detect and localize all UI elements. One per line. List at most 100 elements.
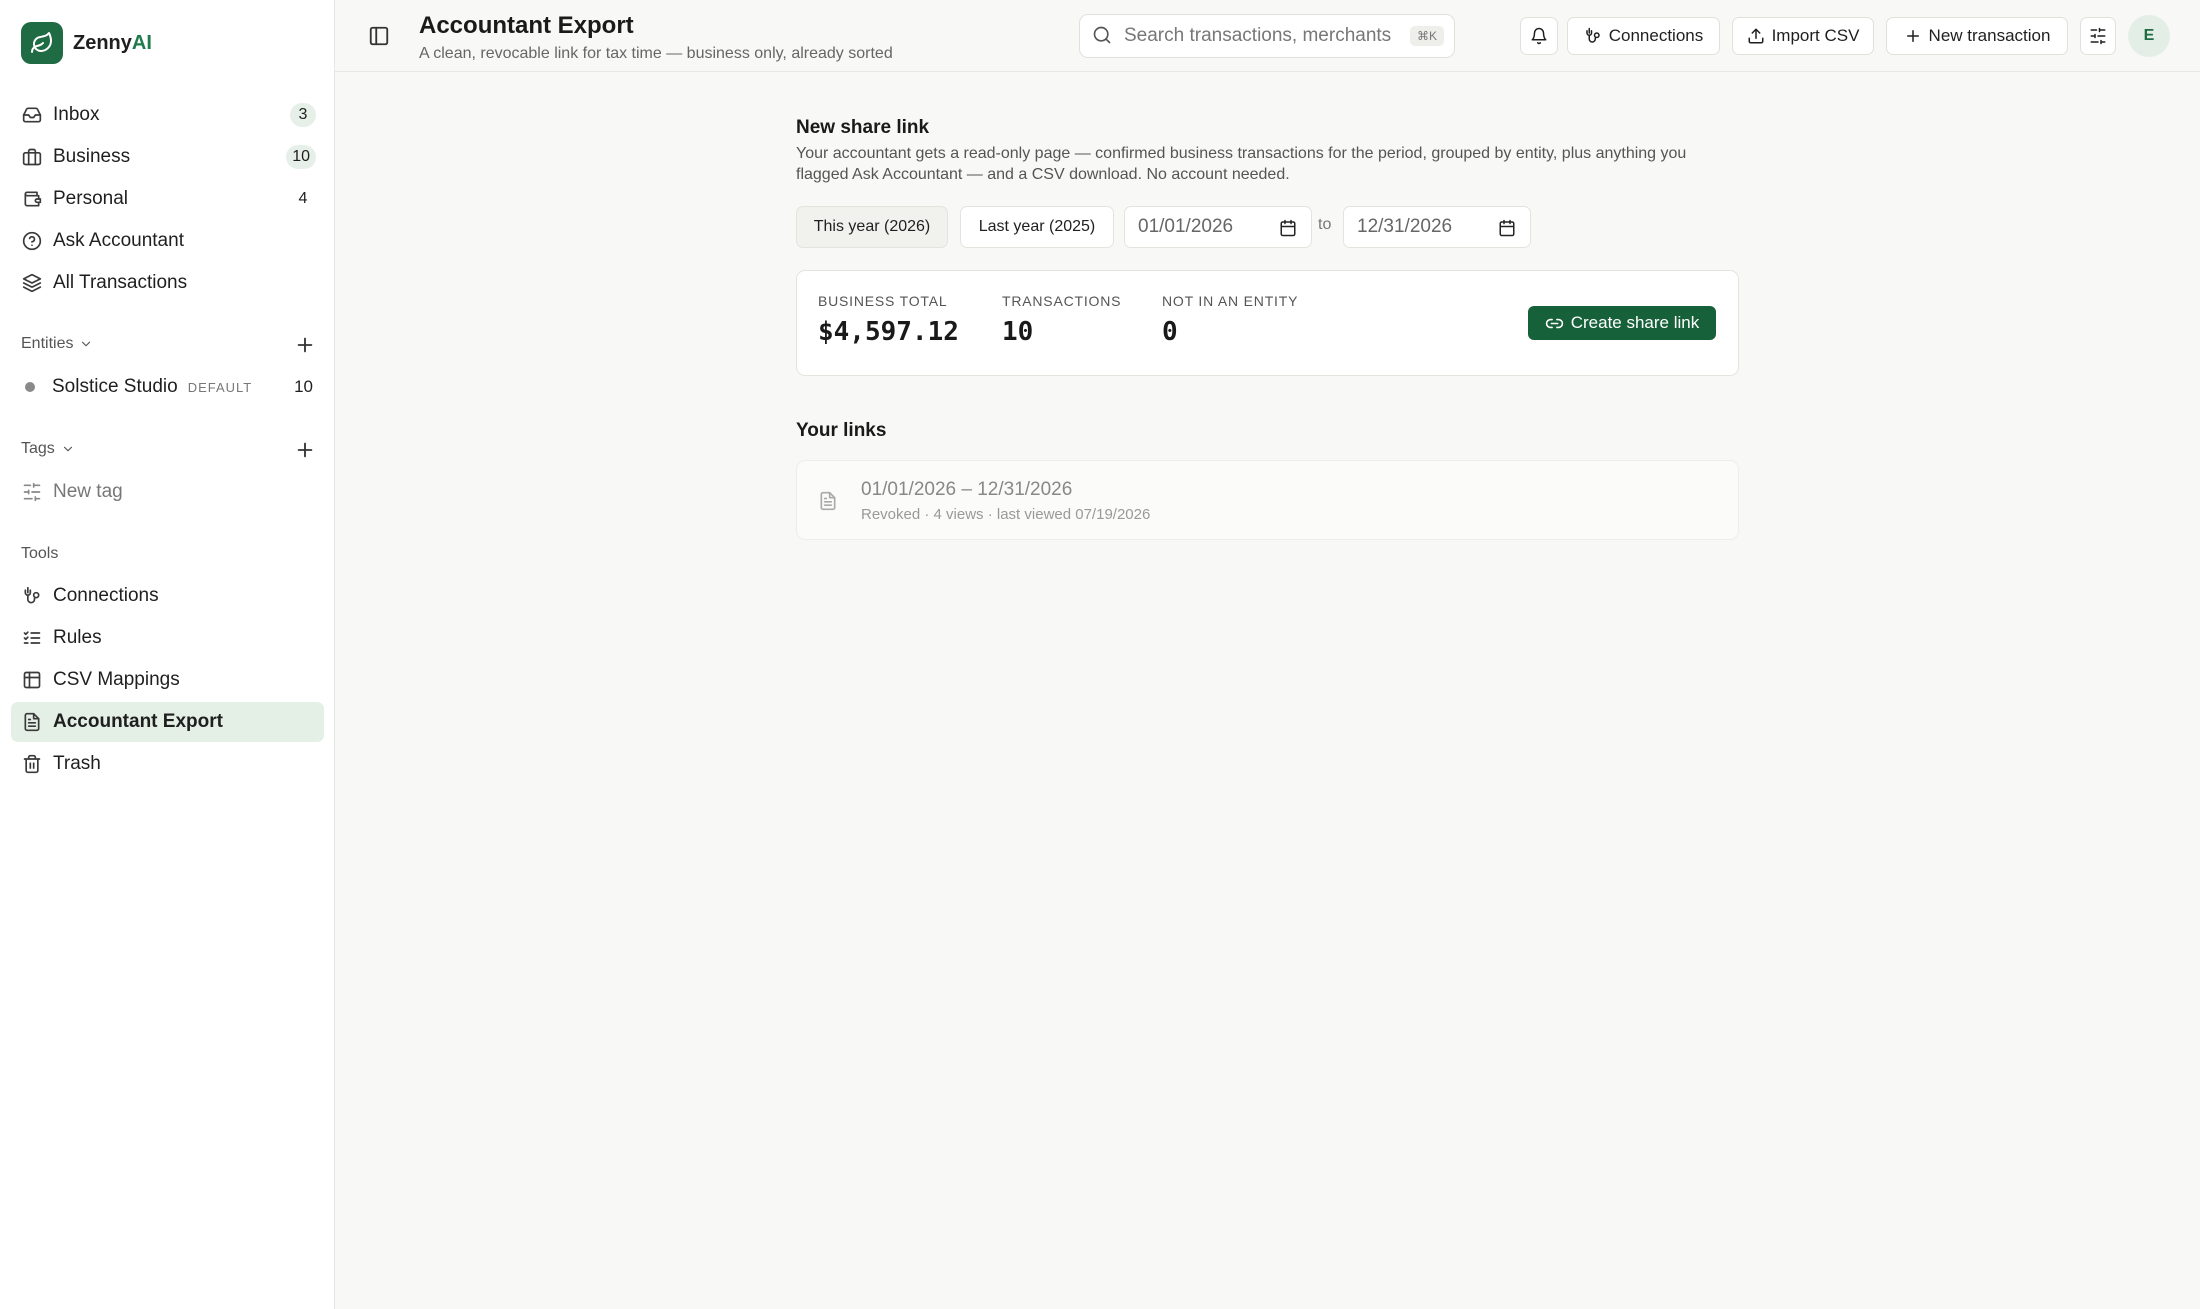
business-total-value: $4,597.12: [818, 317, 959, 347]
entity-name: Solstice Studio: [52, 376, 178, 397]
transactions-label: TRANSACTIONS: [1002, 293, 1122, 309]
tools-label: Tools: [21, 545, 59, 562]
entity-count: 10: [294, 377, 313, 396]
connections-button[interactable]: Connections: [1567, 17, 1720, 55]
connections-button-label: Connections: [1608, 26, 1704, 45]
transactions-stat: TRANSACTIONS 10: [1002, 293, 1121, 347]
file-text-icon: [21, 711, 43, 733]
entity-color-dot: [25, 382, 35, 392]
sidebar-item-label: CSV Mappings: [53, 669, 180, 690]
share-link-description: Your accountant gets a read-only page — …: [796, 145, 1687, 183]
start-date-input[interactable]: 01/01/2026: [1124, 206, 1312, 248]
calendar-icon[interactable]: [1498, 219, 1516, 237]
sliders-icon: [21, 481, 43, 503]
sidebar-toggle-icon[interactable]: [368, 25, 390, 47]
calendar-icon[interactable]: [1279, 219, 1297, 237]
sidebar-item-trash[interactable]: Trash: [11, 744, 324, 784]
not-in-entity-label: NOT IN AN ENTITY: [1162, 293, 1299, 309]
tools-section-label: Tools: [21, 545, 58, 563]
start-date-value: 01/01/2026: [1138, 216, 1234, 237]
add-entity-button[interactable]: [294, 334, 316, 356]
share-link-range: 01/01/2026 – 12/31/2026: [861, 479, 1073, 500]
search-box[interactable]: ⌘K: [1079, 14, 1455, 58]
leaf-logo-icon: [21, 22, 63, 64]
business-total-stat: BUSINESS TOTAL $4,597.12: [818, 293, 959, 347]
notifications-button[interactable]: [1520, 17, 1558, 55]
sidebar-item-label: All Transactions: [53, 272, 188, 293]
count-badge: 3: [290, 103, 316, 127]
chevron-down-icon: [61, 442, 75, 456]
search-input[interactable]: [1124, 25, 1394, 47]
tags-label: Tags: [21, 440, 55, 457]
new-tag-button[interactable]: New tag: [11, 472, 324, 512]
end-date-value: 12/31/2026: [1357, 216, 1453, 237]
search-shortcut-hint: ⌘K: [1409, 26, 1444, 46]
connections-icon: [21, 585, 43, 607]
create-share-link-button[interactable]: Create share link: [1528, 306, 1716, 340]
trash-icon: [21, 753, 43, 775]
sidebar-item-business[interactable]: Business 10: [11, 137, 324, 177]
sidebar-item-label: Ask Accountant: [53, 230, 184, 251]
sidebar-item-label: Personal: [53, 188, 128, 209]
list-checks-icon: [21, 627, 43, 649]
sidebar-item-label: Connections: [53, 585, 159, 606]
sidebar-item-csv-mappings[interactable]: CSV Mappings: [11, 660, 324, 700]
sidebar-item-label: Inbox: [53, 104, 100, 125]
page-title: Accountant Export: [419, 12, 634, 39]
bell-icon: [1530, 27, 1548, 45]
sidebar-item-inbox[interactable]: Inbox 3: [11, 95, 324, 135]
your-links-heading: Your links: [796, 420, 887, 441]
chevron-down-icon: [79, 337, 93, 351]
business-total-label: BUSINESS TOTAL: [818, 293, 948, 309]
transactions-value: 10: [1002, 317, 1034, 347]
file-text-icon: [818, 490, 838, 512]
not-in-entity-stat: NOT IN AN ENTITY 0: [1162, 293, 1298, 347]
new-tag-label: New tag: [53, 481, 123, 502]
inbox-icon: [21, 104, 43, 126]
search-icon: [1092, 25, 1114, 47]
sidebar-item-ask-accountant[interactable]: Ask Accountant: [11, 221, 324, 261]
brand[interactable]: ZennyAI: [21, 22, 152, 64]
default-badge: DEFAULT: [187, 379, 253, 395]
table-icon: [21, 669, 43, 691]
plus-icon: [1904, 27, 1922, 45]
sidebar-item-label: Trash: [53, 753, 101, 774]
tags-section-toggle[interactable]: Tags: [21, 440, 75, 458]
count-badge: 10: [286, 145, 316, 169]
share-link-item[interactable]: 01/01/2026 – 12/31/2026 Revoked · 4 view…: [796, 460, 1739, 540]
count-badge: 4: [298, 190, 308, 207]
sidebar-item-connections[interactable]: Connections: [11, 576, 324, 616]
preset-last-year-button[interactable]: Last year (2025): [960, 206, 1114, 248]
not-in-entity-value: 0: [1162, 317, 1178, 347]
import-csv-label: Import CSV: [1771, 26, 1860, 45]
new-share-link-heading: New share link: [796, 117, 930, 138]
page-subtitle: A clean, revocable link for tax time — b…: [419, 45, 893, 62]
end-date-input[interactable]: 12/31/2026: [1343, 206, 1531, 248]
new-transaction-button[interactable]: New transaction: [1886, 17, 2068, 55]
preset-this-year-button[interactable]: This year (2026): [796, 206, 948, 248]
wallet-icon: [21, 188, 43, 210]
sidebar: ZennyAI Inbox 3 Business 10 Personal 4 A…: [0, 0, 335, 1309]
link-icon: [1545, 314, 1564, 333]
create-share-link-label: Create share link: [1570, 313, 1700, 332]
entity-item-solstice-studio[interactable]: Solstice Studio DEFAULT 10: [21, 372, 321, 402]
layers-icon: [21, 272, 43, 294]
connections-icon: [1584, 27, 1602, 45]
sliders-icon: [2089, 27, 2107, 45]
sidebar-item-label: Accountant Export: [53, 711, 223, 732]
sidebar-item-personal[interactable]: Personal 4: [11, 179, 324, 219]
add-tag-button[interactable]: [294, 439, 316, 461]
entities-label: Entities: [21, 335, 74, 352]
sidebar-item-label: Rules: [53, 627, 102, 648]
avatar[interactable]: E: [2128, 15, 2170, 57]
settings-button[interactable]: [2080, 17, 2116, 55]
sidebar-item-all-transactions[interactable]: All Transactions: [11, 263, 324, 303]
sidebar-item-accountant-export[interactable]: Accountant Export: [11, 702, 324, 742]
sidebar-item-label: Business: [53, 146, 131, 167]
entities-section-toggle[interactable]: Entities: [21, 335, 93, 353]
import-csv-button[interactable]: Import CSV: [1732, 17, 1874, 55]
share-link-status: Revoked · 4 views · last viewed 07/19/20…: [861, 506, 1151, 523]
sidebar-item-rules[interactable]: Rules: [11, 618, 324, 658]
briefcase-icon: [21, 146, 43, 168]
upload-icon: [1747, 27, 1765, 45]
